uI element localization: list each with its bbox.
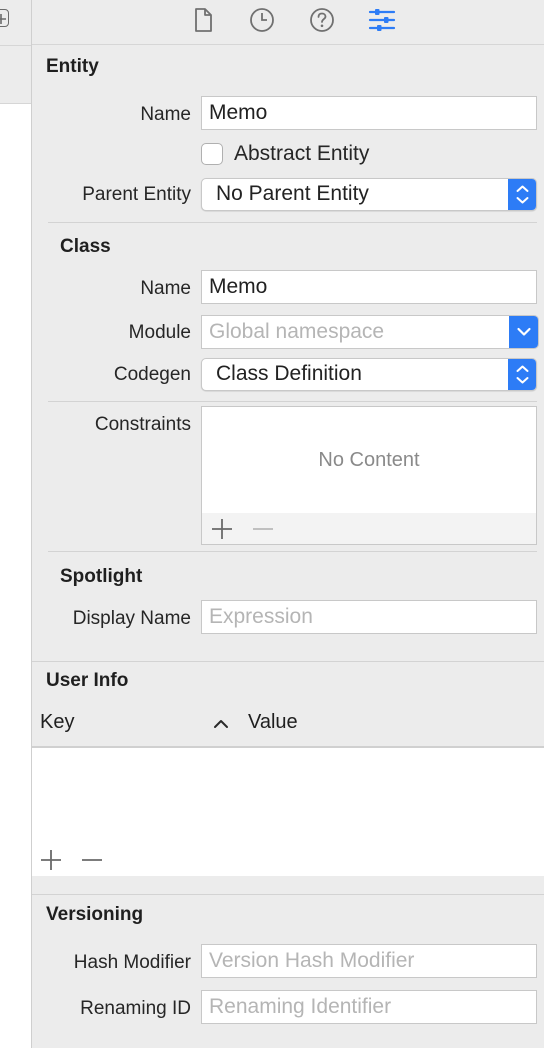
class-name-field[interactable]: Memo [201, 270, 537, 304]
spotlight-section-title: Spotlight [60, 566, 143, 587]
class-constraints-divider [48, 401, 537, 402]
user-info-section-title: User Info [46, 670, 129, 691]
chevron-up-down-icon [508, 179, 536, 210]
constraints-label: Constraints [94, 414, 191, 435]
codegen-label: Codegen [113, 364, 191, 385]
chevron-down-icon[interactable] [509, 316, 538, 348]
constraints-footer [202, 513, 536, 544]
inspector-tab-bar [32, 0, 544, 44]
value-column-header[interactable]: Value [248, 711, 298, 734]
display-name-placeholder: Expression [209, 605, 313, 628]
toolbar-divider [32, 44, 544, 45]
user-info-table-header: Key Value [32, 704, 544, 748]
class-name-label: Name [140, 278, 191, 299]
versioning-section-title: Versioning [46, 904, 144, 925]
user-info-table[interactable] [32, 748, 544, 876]
spotlight-userinfo-divider [32, 661, 544, 662]
quick-help-icon[interactable] [308, 6, 336, 34]
renaming-id-label: Renaming ID [80, 998, 191, 1019]
class-section-title: Class [60, 236, 111, 257]
remove-user-info-button[interactable] [79, 848, 105, 872]
module-combo-box[interactable]: Global namespace [201, 315, 539, 349]
add-constraint-button[interactable] [209, 517, 235, 541]
remove-constraint-button[interactable] [250, 517, 276, 541]
parent-entity-popup[interactable]: No Parent Entity [201, 178, 537, 211]
codegen-value: Class Definition [216, 362, 362, 385]
add-user-info-button[interactable] [38, 848, 64, 872]
hash-modifier-field[interactable]: Version Hash Modifier [201, 944, 537, 978]
editor-toolbar-divider [0, 45, 31, 46]
parent-entity-value: No Parent Entity [216, 182, 369, 205]
hash-modifier-placeholder: Version Hash Modifier [209, 949, 415, 972]
display-name-label: Display Name [72, 608, 191, 629]
constraints-empty-text: No Content [318, 449, 420, 471]
key-column-header[interactable]: Key [40, 711, 74, 734]
module-placeholder: Global namespace [209, 320, 385, 343]
parent-entity-label: Parent Entity [82, 184, 191, 205]
abstract-entity-label: Abstract Entity [234, 142, 370, 165]
renaming-id-placeholder: Renaming Identifier [209, 995, 392, 1018]
editor-content-area[interactable] [0, 104, 31, 1048]
entity-section-title: Entity [46, 56, 99, 77]
abstract-entity-checkbox[interactable] [201, 143, 223, 165]
hash-modifier-label: Hash Modifier [73, 952, 191, 973]
add-editor-icon[interactable] [0, 9, 9, 27]
sort-ascending-icon [212, 716, 230, 732]
constraints-spotlight-divider [48, 551, 537, 552]
data-model-inspector-icon[interactable] [368, 6, 396, 34]
module-label: Module [128, 322, 191, 343]
display-name-field[interactable]: Expression [201, 600, 537, 634]
editor-header-divider [0, 103, 31, 104]
constraints-table[interactable]: No Content [201, 406, 537, 545]
entity-name-field[interactable]: Memo [201, 96, 537, 130]
renaming-id-field[interactable]: Renaming Identifier [201, 990, 537, 1024]
entity-name-label: Name [140, 104, 191, 125]
history-inspector-icon[interactable] [248, 6, 276, 34]
file-inspector-icon[interactable] [189, 6, 217, 34]
codegen-popup[interactable]: Class Definition [201, 358, 537, 391]
chevron-up-down-icon [508, 359, 536, 390]
userinfo-versioning-divider [32, 894, 544, 895]
entity-class-divider [48, 222, 537, 223]
